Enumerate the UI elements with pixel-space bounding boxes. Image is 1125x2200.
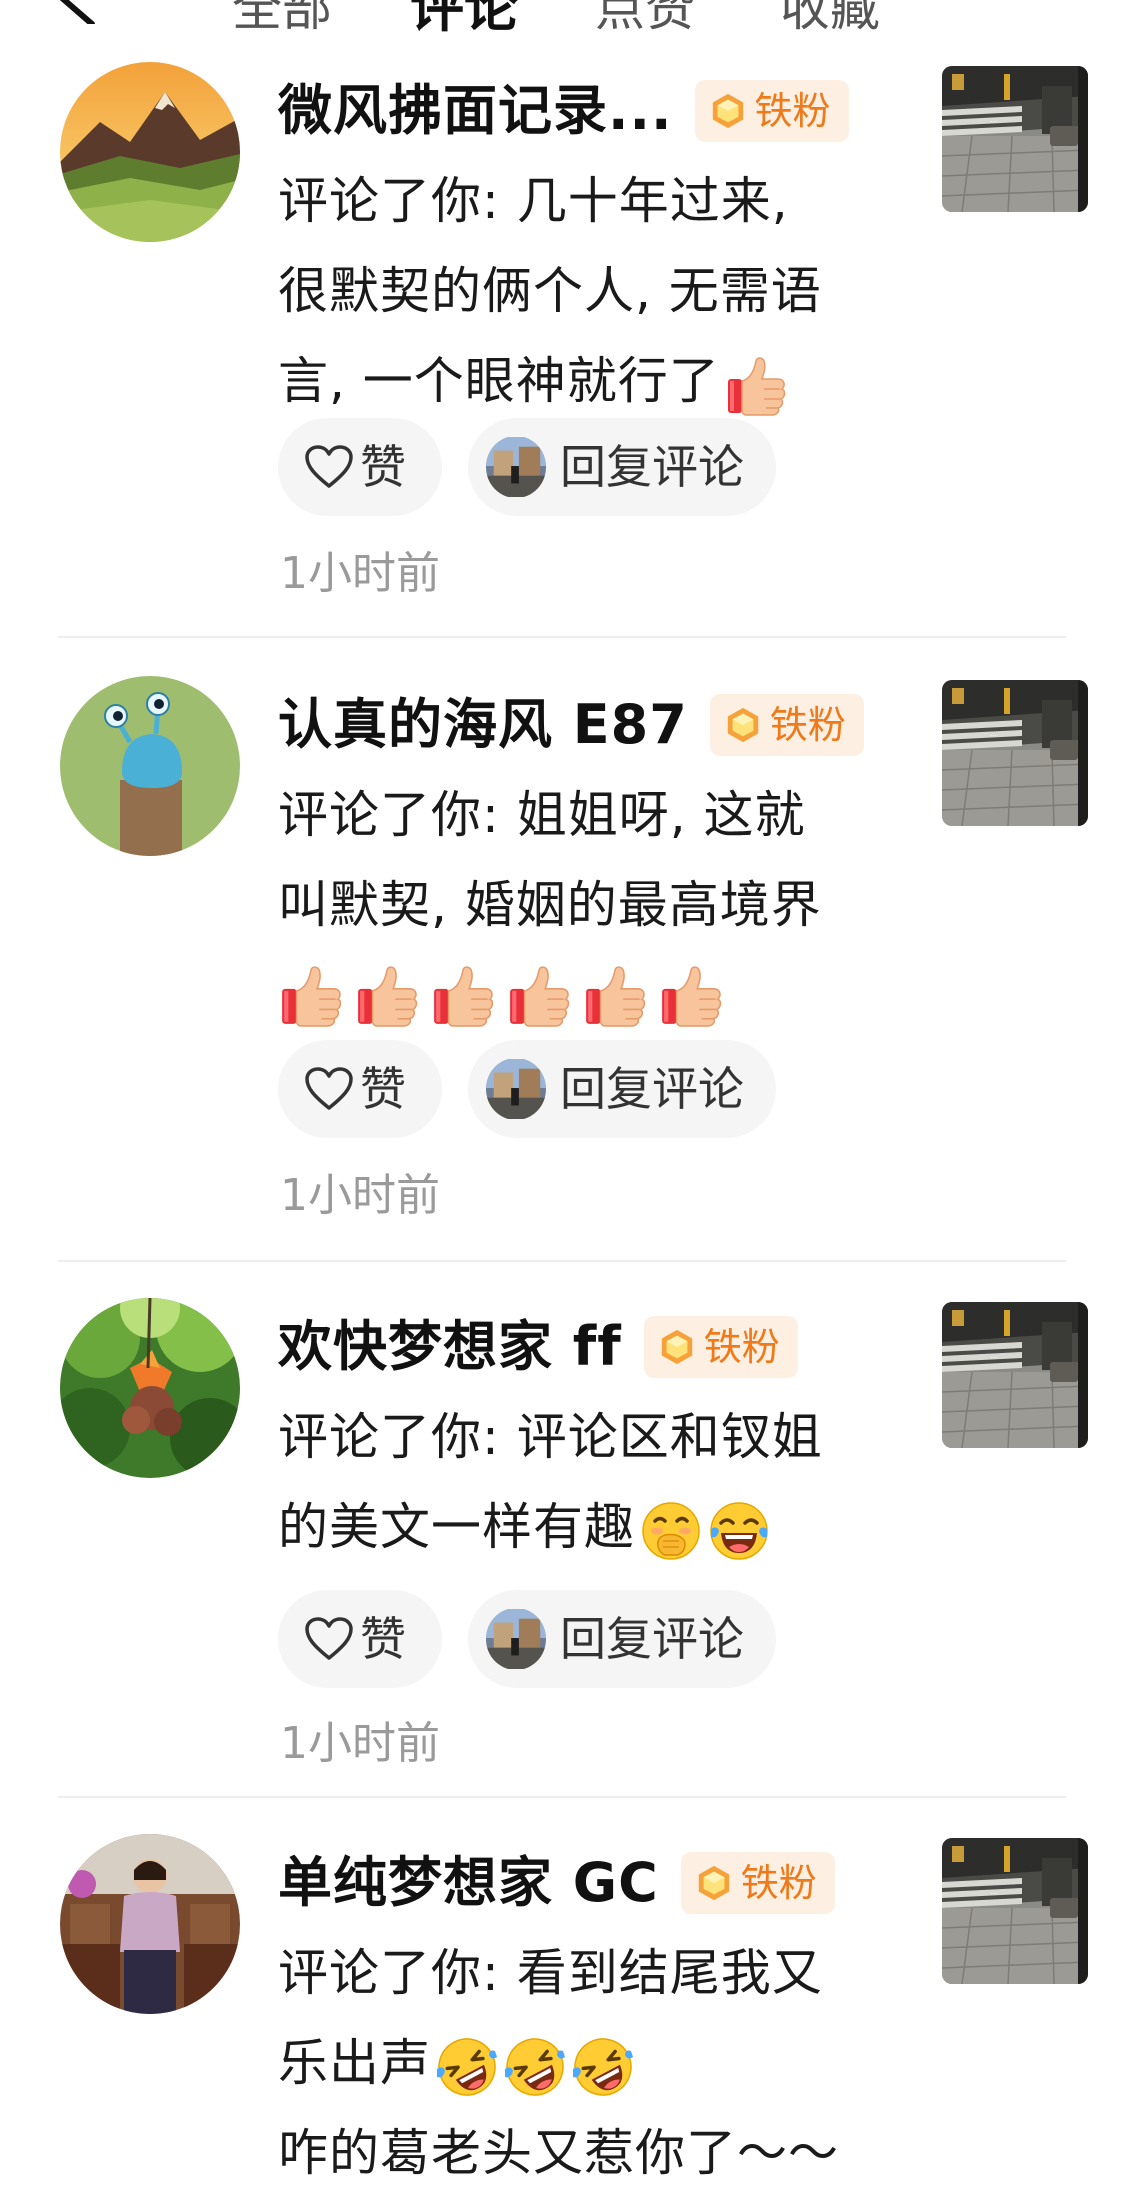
comment-line: 乐出声 <box>278 2018 898 2108</box>
heart-icon <box>305 445 353 488</box>
comment-line: 评论了你: 几十年过来, <box>278 172 789 230</box>
action-row: 赞 回复评论 <box>278 1040 802 1138</box>
flowering-tree-avatar-image <box>60 1298 240 1478</box>
avatar[interactable] <box>60 1834 240 2014</box>
rolling-laughing-emoji-icon <box>435 2035 499 2099</box>
reply-comment-button[interactable]: 回复评论 <box>468 418 776 516</box>
mountain-sunset-avatar-image <box>60 62 240 242</box>
avatar[interactable] <box>60 676 240 856</box>
thumbs-up-emoji-icon <box>724 353 788 417</box>
fan-badge: 铁粉 <box>680 1852 835 1914</box>
thumbs-up-emoji-icon <box>658 962 724 1028</box>
timestamp: 1小时前 <box>280 1718 440 1769</box>
name-row: 认真的海风 E87 铁粉 <box>278 680 864 770</box>
fan-badge: 铁粉 <box>643 1316 798 1378</box>
thumbs-up-emoji-icon <box>506 962 572 1028</box>
thumbs-up-emoji-icon <box>278 962 344 1028</box>
like-button[interactable]: 赞 <box>278 1590 442 1688</box>
fan-badge: 铁粉 <box>694 80 849 142</box>
comment-line: 评论了你: 评论区和钗姐 <box>278 1408 823 1466</box>
comment-line: 叫默契, 婚姻的最高境界 <box>278 876 822 934</box>
cartoon-snail-avatar-image <box>60 676 240 856</box>
heart-icon <box>305 1617 353 1660</box>
comment-text: 评论了你: 评论区和钗姐 的美文一样有趣 <box>278 1392 898 1572</box>
like-label: 赞 <box>360 1062 406 1116</box>
like-button[interactable]: 赞 <box>278 418 442 516</box>
heart-icon <box>305 1067 353 1110</box>
comment-text: 评论了你: 姐姐呀, 这就 叫默契, 婚姻的最高境界 <box>278 770 898 1040</box>
reply-comment-button[interactable]: 回复评论 <box>468 1040 776 1138</box>
reply-label: 回复评论 <box>560 440 744 494</box>
divider <box>58 1796 1066 1798</box>
avatar[interactable] <box>60 1298 240 1478</box>
avatar[interactable] <box>60 62 240 242</box>
badge-label: 铁粉 <box>703 1325 780 1369</box>
username[interactable]: 单纯梦想家 GC <box>278 1838 659 1928</box>
name-row: 微风拂面记录... 铁粉 <box>278 66 849 156</box>
reply-comment-button[interactable]: 回复评论 <box>468 1590 776 1688</box>
action-row: 赞 回复评论 <box>278 418 802 516</box>
divider <box>58 636 1066 638</box>
person-portrait-avatar-image <box>60 1834 240 2014</box>
thumbs-up-emoji-icon <box>430 962 496 1028</box>
comment-line: 的美文一样有趣 <box>278 1482 898 1572</box>
emoji-row <box>278 950 898 1040</box>
name-row: 欢快梦想家 ff 铁粉 <box>278 1302 798 1392</box>
comment-text: 评论了你: 几十年过来, 很默契的俩个人, 无需语 言, 一个眼神就行了 <box>278 156 898 426</box>
post-thumbnail[interactable] <box>942 1838 1088 1984</box>
my-avatar <box>486 436 546 498</box>
notification-feed: 微风拂面记录... 铁粉 评论了你: 几十年过来, 很默契的俩个人, 无需语 言… <box>0 0 1125 2200</box>
rolling-laughing-emoji-icon <box>571 2035 635 2099</box>
post-thumbnail[interactable] <box>942 66 1088 212</box>
timestamp: 1小时前 <box>280 548 440 599</box>
comment-line-text: 言, 一个眼神就行了 <box>278 352 720 410</box>
hexagon-badge-icon <box>709 92 747 130</box>
badge-label: 铁粉 <box>769 703 846 747</box>
rolling-laughing-emoji-icon <box>503 2035 567 2099</box>
reply-label: 回复评论 <box>560 1062 744 1116</box>
my-avatar <box>486 1608 546 1670</box>
thumbs-up-emoji-icon <box>354 962 420 1028</box>
timestamp: 1小时前 <box>280 1170 440 1221</box>
post-thumbnail[interactable] <box>942 1302 1088 1448</box>
action-row: 赞 回复评论 <box>278 1590 802 1688</box>
comment-line: 很默契的俩个人, 无需语 <box>278 262 822 320</box>
comment-line: 评论了你: 姐姐呀, 这就 <box>278 786 806 844</box>
comment-line: 评论了你: 看到结尾我又 <box>278 1944 823 2002</box>
thumbs-up-emoji-icon <box>582 962 648 1028</box>
hexagon-badge-icon <box>658 1328 696 1366</box>
username[interactable]: 认真的海风 E87 <box>278 680 688 770</box>
post-thumbnail[interactable] <box>942 680 1088 826</box>
badge-label: 铁粉 <box>740 1861 817 1905</box>
divider <box>58 1260 1066 1262</box>
comment-line: 言, 一个眼神就行了 <box>278 336 898 426</box>
like-button[interactable]: 赞 <box>278 1040 442 1138</box>
username[interactable]: 微风拂面记录... <box>278 66 673 156</box>
hexagon-badge-icon <box>724 706 762 744</box>
name-row: 单纯梦想家 GC 铁粉 <box>278 1838 835 1928</box>
comment-line-text: 的美文一样有趣 <box>278 1498 635 1556</box>
tears-of-joy-emoji-icon <box>707 1499 771 1563</box>
like-label: 赞 <box>360 440 406 494</box>
username[interactable]: 欢快梦想家 ff <box>278 1302 622 1392</box>
comment-text: 评论了你: 看到结尾我又 乐出声 咋的葛老头又惹你了～～ <box>278 1928 898 2198</box>
comment-line: 咋的葛老头又惹你了～～ <box>278 2124 839 2182</box>
my-avatar <box>486 1058 546 1120</box>
fan-badge: 铁粉 <box>709 694 864 756</box>
hexagon-badge-icon <box>695 1864 733 1902</box>
comment-line-text: 乐出声 <box>278 2034 431 2092</box>
reply-label: 回复评论 <box>560 1612 744 1666</box>
hand-over-mouth-emoji-icon <box>639 1499 703 1563</box>
like-label: 赞 <box>360 1612 406 1666</box>
badge-label: 铁粉 <box>754 89 831 133</box>
